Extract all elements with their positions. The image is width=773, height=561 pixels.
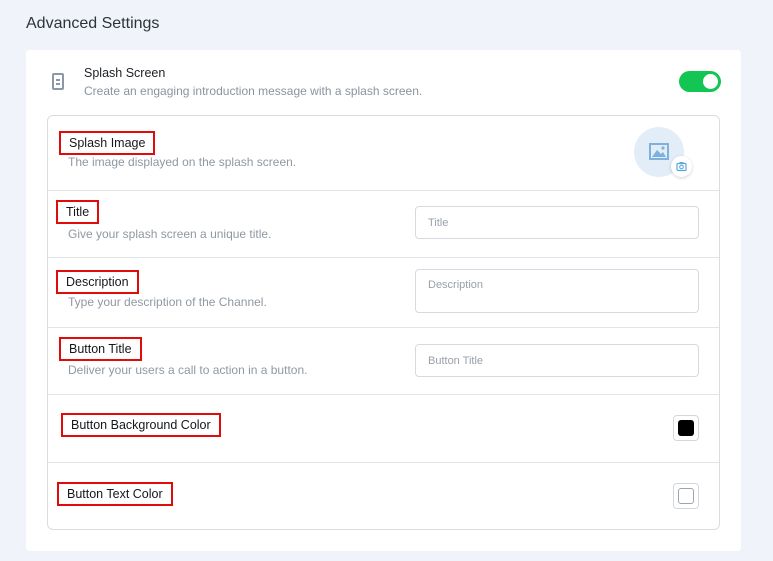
description-description: Type your description of the Channel. bbox=[68, 295, 267, 309]
splash-screen-title: Splash Screen bbox=[84, 66, 166, 80]
camera-button[interactable] bbox=[671, 156, 692, 177]
title-input[interactable] bbox=[415, 206, 699, 239]
splash-screen-card: Splash Screen Create an engaging introdu… bbox=[26, 50, 741, 551]
page-title: Advanced Settings bbox=[26, 15, 160, 32]
title-row: Title Give your splash screen a unique t… bbox=[48, 191, 719, 258]
splash-image-label: Splash Image bbox=[59, 131, 156, 155]
title-label: Title bbox=[56, 200, 100, 224]
splash-settings-panel: Splash Image The image displayed on the … bbox=[47, 115, 720, 530]
splash-screen-toggle[interactable] bbox=[679, 71, 721, 92]
document-icon bbox=[52, 73, 64, 90]
description-row: Description Type your description of the… bbox=[48, 258, 719, 328]
color-preview-white bbox=[678, 488, 694, 504]
title-description: Give your splash screen a unique title. bbox=[68, 227, 272, 241]
description-input[interactable] bbox=[415, 269, 699, 313]
toggle-knob bbox=[703, 74, 718, 89]
button-text-color-row: Button Text Color bbox=[48, 463, 719, 529]
color-preview-black bbox=[678, 420, 694, 436]
button-text-color-label: Button Text Color bbox=[57, 482, 173, 506]
button-title-label: Button Title bbox=[59, 337, 142, 361]
image-icon bbox=[649, 143, 669, 160]
description-label: Description bbox=[56, 270, 139, 294]
button-bg-color-swatch[interactable] bbox=[673, 415, 699, 441]
splash-image-description: The image displayed on the splash screen… bbox=[68, 155, 297, 169]
splash-image-row: Splash Image The image displayed on the … bbox=[48, 116, 719, 191]
splash-image-upload[interactable] bbox=[634, 127, 692, 177]
button-text-color-swatch[interactable] bbox=[673, 483, 699, 509]
splash-screen-subtitle: Create an engaging introduction message … bbox=[84, 84, 423, 98]
button-bg-color-row: Button Background Color bbox=[48, 395, 719, 463]
button-title-row: Button Title Deliver your users a call t… bbox=[48, 328, 719, 395]
camera-icon bbox=[676, 162, 687, 172]
button-title-input[interactable] bbox=[415, 344, 699, 377]
splash-screen-header: Splash Screen Create an engaging introdu… bbox=[26, 50, 741, 110]
button-bg-color-label: Button Background Color bbox=[61, 413, 221, 437]
button-title-description: Deliver your users a call to action in a… bbox=[68, 363, 308, 377]
